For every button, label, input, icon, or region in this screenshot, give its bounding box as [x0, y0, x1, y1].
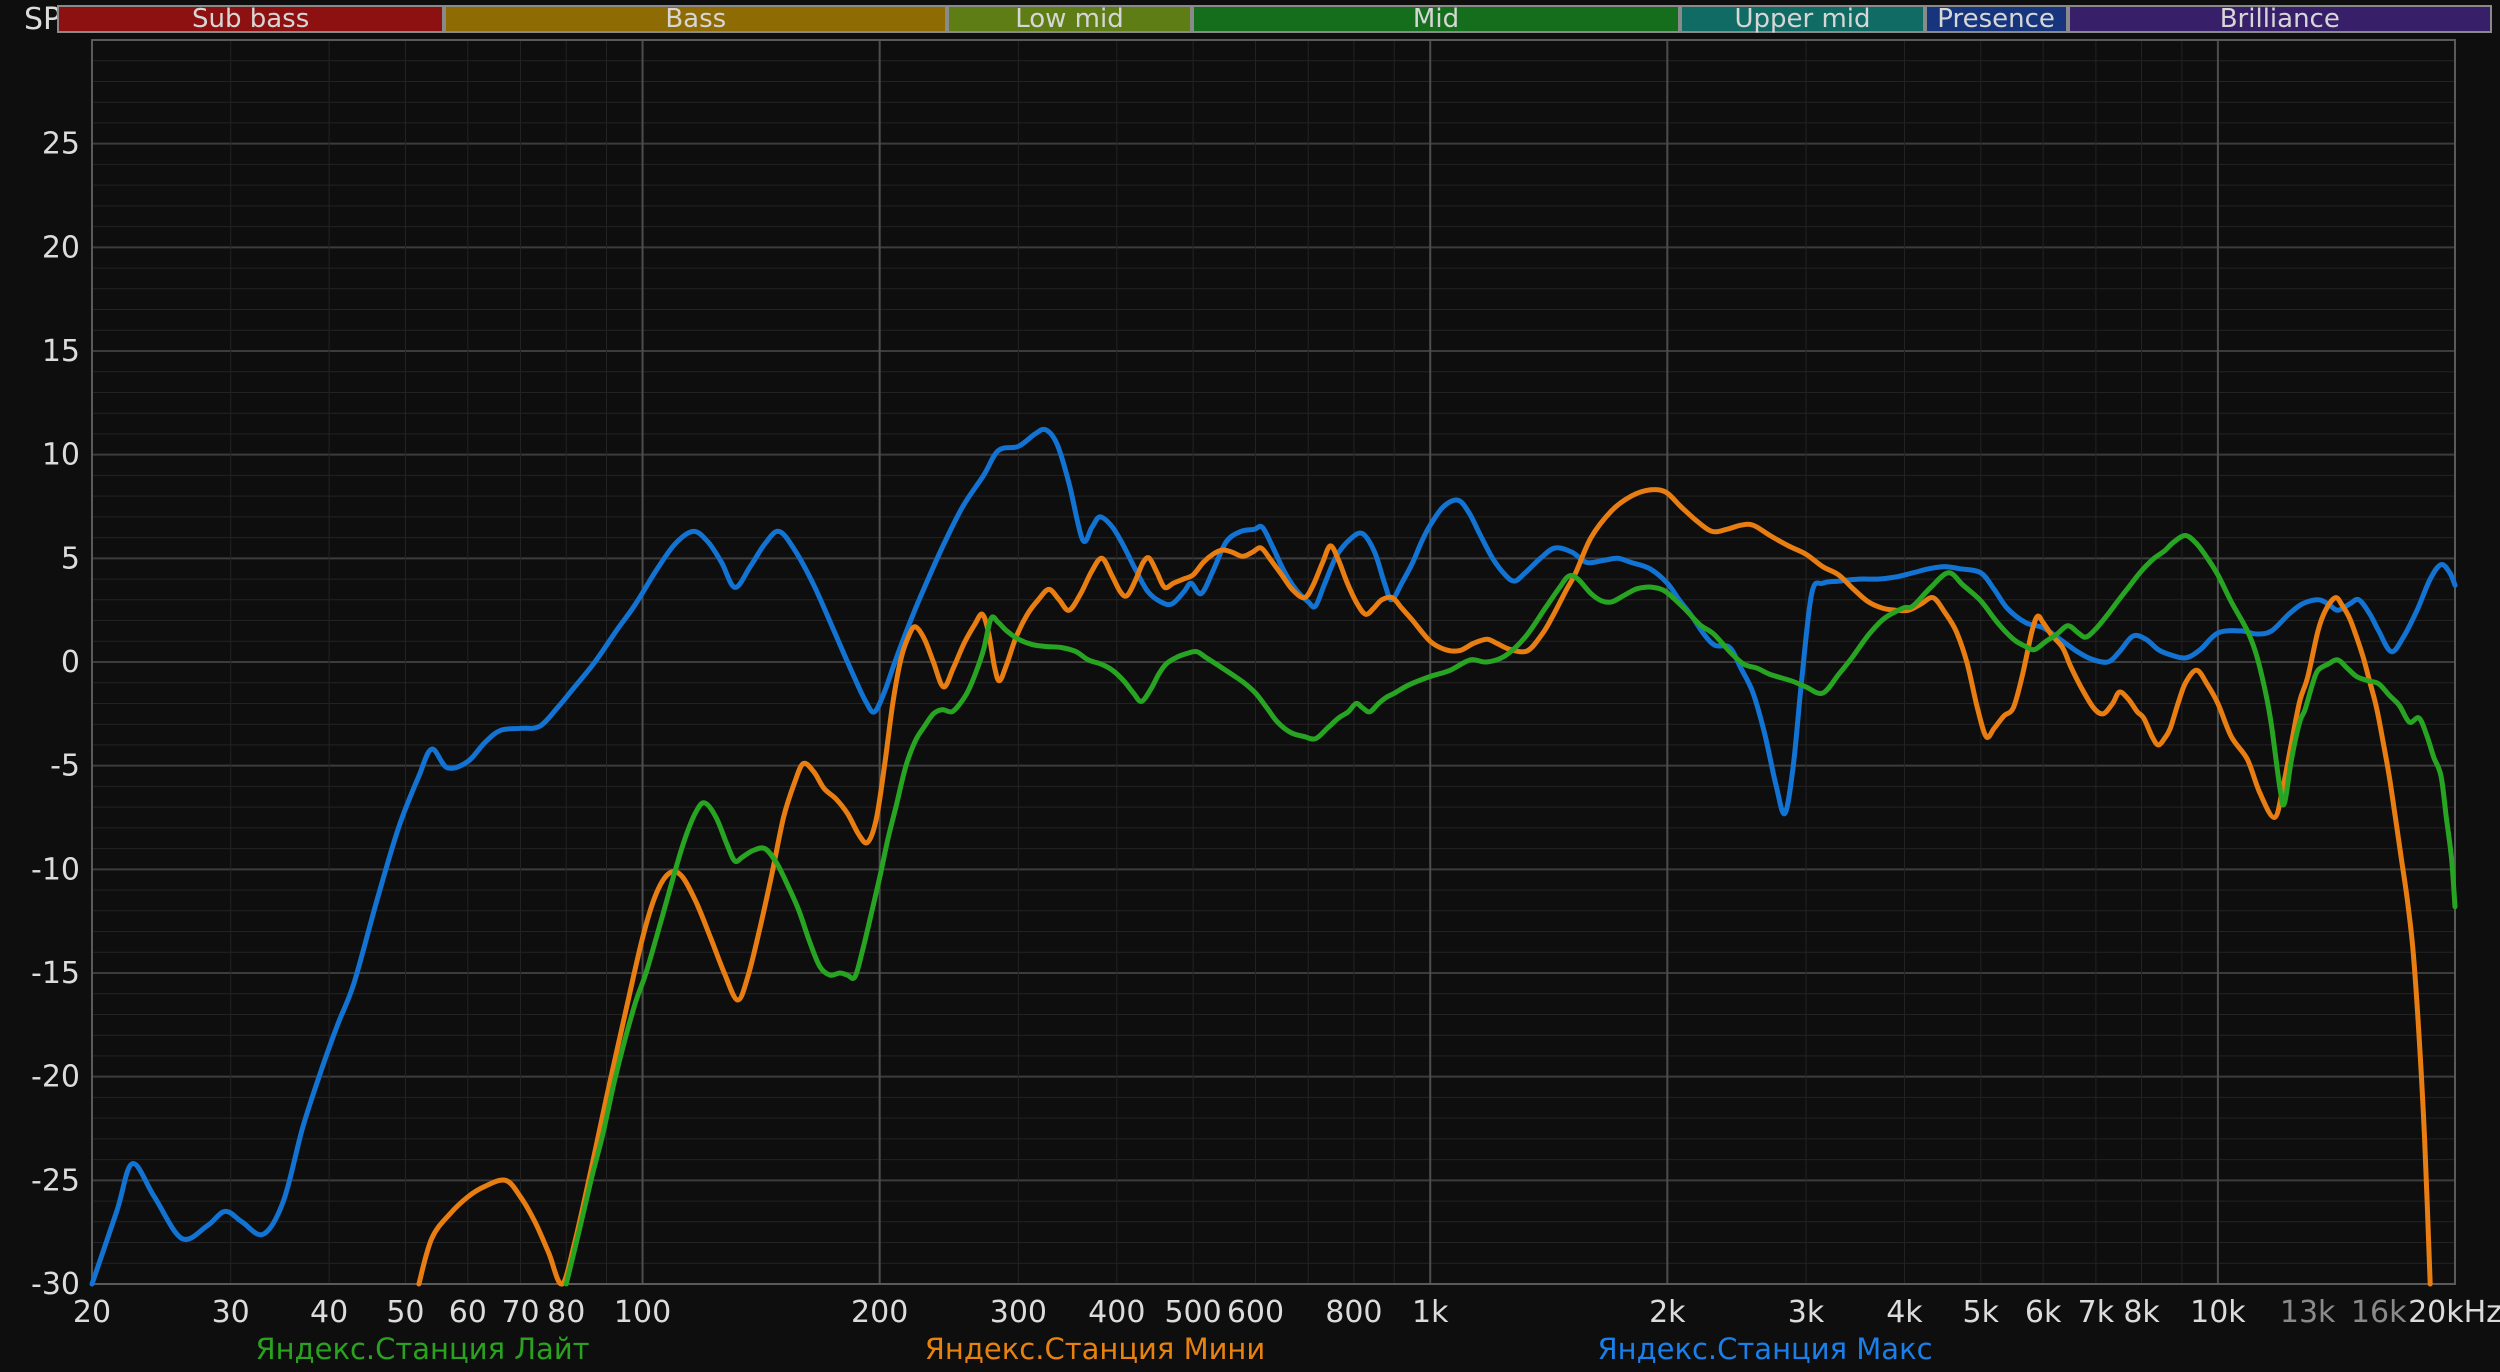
x-tick-label: 7k	[2078, 1295, 2115, 1330]
x-tick-label: 400	[1088, 1295, 1145, 1330]
x-tick-label: 20kHz	[2408, 1295, 2500, 1330]
y-tick-label: 0	[61, 645, 80, 680]
x-tick-label: 6k	[2025, 1295, 2062, 1330]
x-tick-label: 1k	[1412, 1295, 1449, 1330]
eq-band-label: Upper mid	[1734, 4, 1871, 34]
x-tick-label: 5k	[1963, 1295, 2000, 1330]
eq-band-upper-mid: Upper mid	[1680, 4, 1925, 34]
x-tick-label: 20	[73, 1295, 111, 1330]
legend: Яндекс.Станция Лайт Яндекс.Станция Мини Ян…	[0, 1332, 2500, 1368]
x-tick-label: 4k	[1886, 1295, 1923, 1330]
eq-band-label: Bass	[665, 4, 727, 34]
y-tick-label: 15	[42, 334, 80, 369]
eq-band-label: Mid	[1412, 4, 1460, 34]
x-tick-label: 3k	[1788, 1295, 1825, 1330]
x-tick-label: 10k	[2190, 1295, 2246, 1330]
x-tick-label: 200	[851, 1295, 908, 1330]
eq-band-low-mid: Low mid	[947, 4, 1192, 34]
x-tick-label: 500	[1164, 1295, 1221, 1330]
eq-band-bass: Bass	[444, 4, 948, 34]
x-tick-label: 100	[614, 1295, 671, 1330]
x-tick-label: 60	[449, 1295, 487, 1330]
x-tick-label: 80	[547, 1295, 585, 1330]
y-tick-label: 5	[61, 541, 80, 576]
frequency-response-chart: 25 20 15 10 5 0 -5 -10 -15 -20 -25 -30 20 30 40 50 60 70 8…	[0, 0, 2500, 1372]
y-tick-label: 10	[42, 438, 80, 473]
eq-band-label: Sub bass	[191, 4, 310, 34]
legend-item: Яндекс.Станция Мини	[924, 1332, 1266, 1366]
y-tick-label: 20	[42, 230, 80, 265]
y-tick-label: -15	[31, 956, 80, 991]
y-tick-label: -25	[31, 1163, 80, 1198]
y-tick-label: -20	[31, 1060, 80, 1095]
eq-band-sub-bass: Sub bass	[57, 4, 445, 34]
y-tick-label: -5	[50, 749, 80, 784]
y-tick-label: 25	[42, 127, 80, 162]
x-tick-label: 50	[386, 1295, 424, 1330]
x-tick-label: 16k	[2351, 1295, 2407, 1330]
eq-band-label: Low mid	[1015, 4, 1124, 34]
x-tick-label: 600	[1227, 1295, 1284, 1330]
eq-band-label: Presence	[1937, 4, 2055, 34]
x-tick-label: 2k	[1649, 1295, 1686, 1330]
x-tick-label: 800	[1325, 1295, 1382, 1330]
x-tick-label: 300	[990, 1295, 1047, 1330]
x-tick-label: 13k	[2280, 1295, 2336, 1330]
curve-mini	[416, 487, 2433, 1287]
legend-item: Яндекс.Станция Лайт	[255, 1332, 590, 1366]
eq-band-brilliance: Brilliance	[2067, 4, 2492, 34]
eq-band-presence: Presence	[1924, 4, 2068, 34]
x-tick-label: 70	[501, 1295, 539, 1330]
y-tick-label: -10	[31, 852, 80, 887]
x-tick-label: 30	[212, 1295, 250, 1330]
eq-band-label: Brilliance	[2219, 4, 2340, 34]
x-tick-label: 8k	[2123, 1295, 2160, 1330]
legend-item: Яндекс.Станция Макс	[1597, 1332, 1933, 1366]
eq-band-mid: Mid	[1191, 4, 1681, 34]
x-tick-label: 40	[310, 1295, 348, 1330]
plot-canvas: 2520151050-5-10-15-20-25-3020 30 40 50 60 70 8…	[31, 39, 2500, 1330]
